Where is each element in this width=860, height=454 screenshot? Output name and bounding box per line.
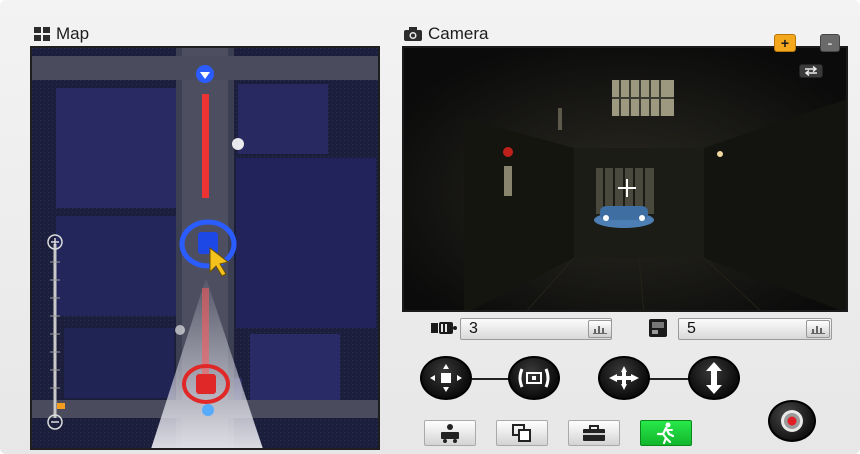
copy-icon [512, 424, 531, 442]
map-view[interactable] [30, 46, 380, 450]
film-counter-button[interactable] [588, 320, 612, 338]
camera-title: Camera [404, 24, 488, 44]
camera-view [402, 46, 848, 312]
camera-title-label: Camera [428, 24, 489, 43]
person-cart-icon [441, 424, 459, 443]
camera-swap-button[interactable] [799, 64, 823, 78]
film-icon [431, 322, 457, 334]
control-connector [648, 378, 692, 380]
frame-button[interactable] [508, 356, 560, 400]
bar-chart-icon [593, 326, 607, 334]
photo-icon [649, 319, 667, 337]
running-man-icon [656, 422, 675, 444]
record-icon [781, 410, 803, 432]
photo-counter-icon-wrap [644, 318, 672, 338]
camera-icon [404, 27, 422, 41]
bar-chart-icon [811, 326, 825, 334]
film-counter-icon-wrap [430, 318, 458, 338]
swap-icon [804, 66, 818, 76]
grid-icon [34, 27, 50, 41]
toolbox-button[interactable] [568, 420, 620, 446]
frame-icon [518, 368, 550, 388]
vertical-button[interactable] [688, 356, 740, 400]
map-drawing [32, 48, 378, 448]
move-icon [430, 364, 462, 392]
map-title: Map [34, 24, 89, 44]
camera-zoom-out-button[interactable]: - [820, 34, 840, 52]
plane-button[interactable] [598, 356, 650, 400]
control-connector [472, 378, 512, 380]
record-button[interactable] [768, 400, 816, 442]
map-title-label: Map [56, 24, 90, 43]
zoom-slider-thumb[interactable] [57, 403, 65, 409]
run-button[interactable] [640, 420, 692, 446]
zoom-slider[interactable] [44, 232, 66, 432]
camera-feed-image [404, 48, 846, 310]
vertical-arrow-icon [706, 362, 722, 394]
camera-zoom-in-button[interactable]: + [774, 34, 796, 52]
photo-counter-button[interactable] [806, 320, 830, 338]
copy-button[interactable] [496, 420, 548, 446]
move-button[interactable] [420, 356, 472, 400]
vehicle-button[interactable] [424, 420, 476, 446]
toolbox-icon [583, 425, 605, 441]
plane-icon [609, 366, 639, 390]
